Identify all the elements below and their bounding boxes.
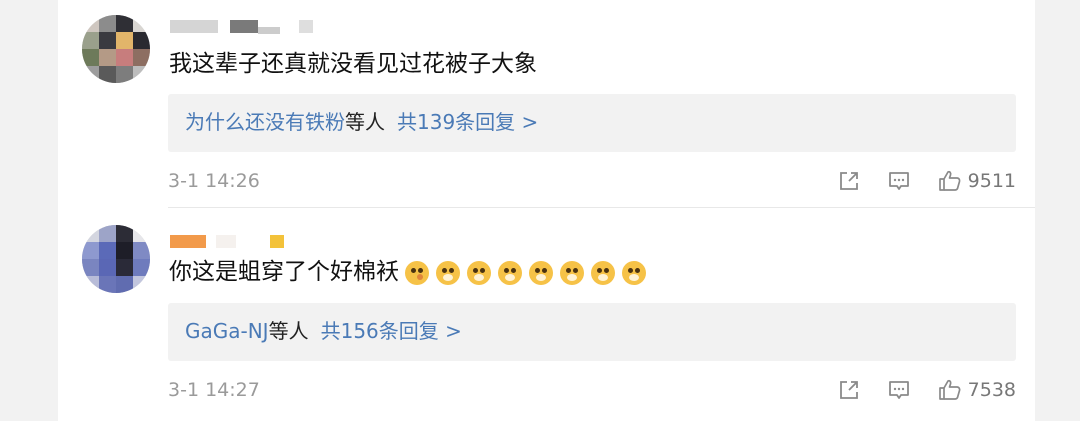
doge-emoji-icon xyxy=(560,261,584,285)
avatar[interactable] xyxy=(82,225,150,293)
username-blurred[interactable] xyxy=(230,20,258,33)
replies-preview[interactable]: GaGa-NJ等人 共156条回复 > xyxy=(168,303,1016,361)
reply-count-link[interactable]: 共139条回复 > xyxy=(397,110,538,134)
reply-username-link[interactable]: 为什么还没有铁粉 xyxy=(185,110,345,134)
like-count: 9511 xyxy=(967,170,1016,192)
doge-emoji-icon xyxy=(622,261,646,285)
comment-actions: 9511 xyxy=(838,166,1016,196)
reply-username-link[interactable]: GaGa-NJ xyxy=(185,319,269,343)
thinking-emoji-icon xyxy=(405,261,429,285)
doge-emoji-icon xyxy=(467,261,491,285)
doge-emoji-icon xyxy=(529,261,553,285)
vip-badge-blurred xyxy=(270,235,284,248)
replies-preview[interactable]: 为什么还没有铁粉等人 共139条回复 > xyxy=(168,94,1016,152)
comment-footer: 3-1 14:26 9511 xyxy=(168,166,1016,196)
reply-count-link[interactable]: 共156条回复 > xyxy=(321,319,462,343)
comment-icon[interactable] xyxy=(888,170,910,192)
doge-emoji-icon xyxy=(498,261,522,285)
comment-time: 3-1 14:26 xyxy=(168,170,260,192)
reply-suffix: 等人 xyxy=(268,319,309,343)
comment-actions: 7538 xyxy=(838,375,1016,405)
comment-list: 我这辈子还真就没看见过花被子大象 为什么还没有铁粉等人 共139条回复 > 3-1… xyxy=(58,0,1035,421)
username-blurred[interactable] xyxy=(299,20,313,33)
comment-text: 我这辈子还真就没看见过花被子大象 xyxy=(169,49,537,79)
doge-emoji-icon xyxy=(591,261,615,285)
comment-divider xyxy=(168,207,1035,208)
username-blurred[interactable] xyxy=(216,235,236,248)
comment-footer: 3-1 14:27 7538 xyxy=(168,375,1016,405)
thumbs-up-icon[interactable] xyxy=(938,379,961,401)
thumbs-up-icon[interactable] xyxy=(938,170,961,192)
share-icon[interactable] xyxy=(838,170,860,192)
like-button[interactable]: 9511 xyxy=(938,166,1016,196)
comment-text: 你这是蛆穿了个好棉袄 xyxy=(169,257,653,288)
like-button[interactable]: 7538 xyxy=(938,375,1016,405)
avatar[interactable] xyxy=(82,15,150,83)
share-icon[interactable] xyxy=(838,379,860,401)
comment-icon[interactable] xyxy=(888,379,910,401)
reply-suffix: 等人 xyxy=(345,110,385,134)
comment-text-content: 你这是蛆穿了个好棉袄 xyxy=(169,259,399,285)
username-blurred[interactable] xyxy=(170,235,206,248)
username-blurred[interactable] xyxy=(258,27,280,34)
comment-text-content: 我这辈子还真就没看见过花被子大象 xyxy=(169,51,537,77)
emoji-group xyxy=(405,258,653,288)
username-blurred[interactable] xyxy=(170,20,218,33)
doge-emoji-icon xyxy=(436,261,460,285)
comment-time: 3-1 14:27 xyxy=(168,379,260,401)
like-count: 7538 xyxy=(967,379,1016,401)
